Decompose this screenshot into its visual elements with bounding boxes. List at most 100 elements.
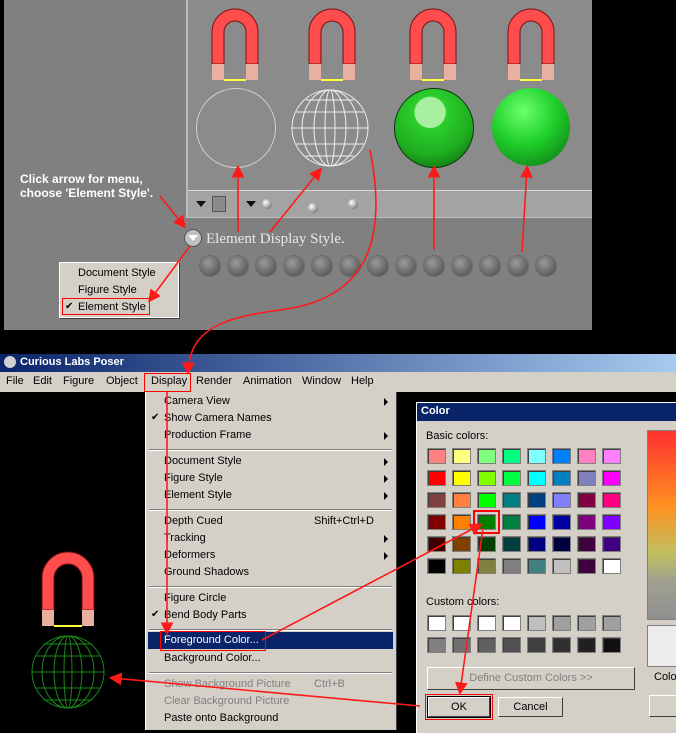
color-swatch[interactable] bbox=[527, 536, 546, 552]
popup-item-figure-style[interactable]: Figure Style bbox=[78, 284, 137, 296]
color-swatch[interactable] bbox=[577, 492, 596, 508]
color-swatch[interactable] bbox=[477, 536, 496, 552]
menu-item-tracking[interactable]: Tracking bbox=[164, 532, 206, 544]
color-swatch[interactable] bbox=[577, 536, 596, 552]
color-swatch[interactable] bbox=[477, 470, 496, 486]
color-swatch[interactable] bbox=[527, 615, 546, 631]
style-flat-lined-button[interactable] bbox=[424, 256, 444, 276]
color-swatch[interactable] bbox=[577, 558, 596, 574]
color-swatch[interactable] bbox=[552, 492, 571, 508]
color-swatch[interactable] bbox=[477, 448, 496, 464]
color-swatch[interactable] bbox=[527, 492, 546, 508]
style-default-button[interactable] bbox=[536, 256, 556, 276]
color-swatch[interactable] bbox=[527, 448, 546, 464]
menu-window[interactable]: Window bbox=[302, 375, 341, 387]
menu-item-ground-shadows[interactable]: Ground Shadows bbox=[164, 566, 249, 578]
menu-item-deformers[interactable]: Deformers bbox=[164, 549, 215, 561]
color-swatch[interactable] bbox=[452, 448, 471, 464]
style-silhouette-button[interactable] bbox=[200, 256, 220, 276]
color-swatch[interactable] bbox=[552, 448, 571, 464]
color-swatch[interactable] bbox=[502, 558, 521, 574]
color-swatch[interactable] bbox=[452, 492, 471, 508]
menu-figure[interactable]: Figure bbox=[63, 375, 94, 387]
color-swatch[interactable] bbox=[602, 558, 621, 574]
style-menu-button[interactable] bbox=[184, 229, 202, 247]
menu-edit[interactable]: Edit bbox=[33, 375, 52, 387]
color-swatch[interactable] bbox=[577, 470, 596, 486]
menu-item-paste-onto-background[interactable]: Paste onto Background bbox=[164, 712, 278, 724]
ok-button[interactable]: OK bbox=[427, 696, 491, 718]
menu-object[interactable]: Object bbox=[106, 375, 138, 387]
style-flat-shaded-button[interactable] bbox=[396, 256, 416, 276]
style-outline-button[interactable] bbox=[228, 256, 248, 276]
menu-item-production-frame[interactable]: Production Frame bbox=[164, 429, 251, 441]
color-swatch[interactable] bbox=[502, 514, 521, 530]
menu-item-figure-style[interactable]: Figure Style bbox=[164, 472, 223, 484]
color-swatch[interactable] bbox=[502, 492, 521, 508]
color-swatch[interactable] bbox=[427, 514, 446, 530]
color-swatch[interactable] bbox=[552, 470, 571, 486]
menu-item-camera-view[interactable]: Camera View bbox=[164, 395, 230, 407]
color-swatch[interactable] bbox=[527, 558, 546, 574]
menu-item-show-camera-names[interactable]: Show Camera Names bbox=[164, 412, 272, 424]
menu-item-figure-circle[interactable]: Figure Circle bbox=[164, 592, 226, 604]
menu-animation[interactable]: Animation bbox=[243, 375, 292, 387]
color-swatch[interactable] bbox=[502, 615, 521, 631]
color-swatch[interactable] bbox=[552, 536, 571, 552]
color-swatch[interactable] bbox=[427, 492, 446, 508]
style-lit-wireframe-button[interactable] bbox=[312, 256, 332, 276]
color-swatch[interactable] bbox=[527, 470, 546, 486]
add-to-custom-button[interactable] bbox=[649, 695, 676, 717]
style-cartoon-button[interactable] bbox=[368, 256, 388, 276]
light-ball-icon[interactable] bbox=[348, 199, 358, 209]
color-swatch[interactable] bbox=[552, 514, 571, 530]
menu-arrow-icon[interactable] bbox=[196, 201, 206, 207]
color-swatch[interactable] bbox=[452, 536, 471, 552]
style-texture-button[interactable] bbox=[480, 256, 500, 276]
style-smooth-button[interactable] bbox=[452, 256, 472, 276]
color-swatch[interactable] bbox=[602, 514, 621, 530]
color-swatch[interactable] bbox=[427, 448, 446, 464]
color-swatch[interactable] bbox=[602, 615, 621, 631]
menu-item-background-color[interactable]: Background Color... bbox=[164, 652, 261, 664]
color-swatch[interactable] bbox=[427, 637, 446, 653]
menu-render[interactable]: Render bbox=[196, 375, 232, 387]
menu-item-show-background-picture[interactable]: Show Background Picture bbox=[164, 678, 291, 690]
color-swatch[interactable] bbox=[452, 514, 471, 530]
color-swatch[interactable] bbox=[527, 637, 546, 653]
color-swatch[interactable] bbox=[477, 558, 496, 574]
color-swatch[interactable] bbox=[473, 510, 500, 534]
color-swatch[interactable] bbox=[577, 637, 596, 653]
color-swatch[interactable] bbox=[477, 615, 496, 631]
menu-help[interactable]: Help bbox=[351, 375, 374, 387]
light-ball-icon[interactable] bbox=[262, 199, 272, 209]
color-swatch[interactable] bbox=[502, 448, 521, 464]
style-flat-button[interactable] bbox=[340, 256, 360, 276]
color-swatch[interactable] bbox=[552, 637, 571, 653]
style-wireframe-button[interactable] bbox=[256, 256, 276, 276]
popup-item-document-style[interactable]: Document Style bbox=[78, 267, 156, 279]
menu-file[interactable]: File bbox=[6, 375, 24, 387]
color-swatch[interactable] bbox=[577, 615, 596, 631]
color-swatch[interactable] bbox=[577, 514, 596, 530]
color-swatch[interactable] bbox=[427, 615, 446, 631]
color-swatch[interactable] bbox=[602, 637, 621, 653]
color-swatch[interactable] bbox=[552, 558, 571, 574]
style-smooth-lined-button[interactable] bbox=[508, 256, 528, 276]
color-swatch[interactable] bbox=[602, 536, 621, 552]
color-swatch[interactable] bbox=[452, 558, 471, 574]
color-swatch[interactable] bbox=[527, 514, 546, 530]
color-swatch[interactable] bbox=[452, 470, 471, 486]
color-swatch[interactable] bbox=[502, 637, 521, 653]
menu-item-document-style[interactable]: Document Style bbox=[164, 455, 242, 467]
style-hidden-line-button[interactable] bbox=[284, 256, 304, 276]
color-swatch[interactable] bbox=[477, 637, 496, 653]
menu-item-element-style[interactable]: Element Style bbox=[164, 489, 232, 501]
define-custom-colors-button[interactable]: Define Custom Colors >> bbox=[427, 667, 635, 690]
color-swatch[interactable] bbox=[427, 470, 446, 486]
menu-item-depth-cued[interactable]: Depth Cued bbox=[164, 515, 223, 527]
color-swatch[interactable] bbox=[602, 492, 621, 508]
color-swatch[interactable] bbox=[502, 536, 521, 552]
color-swatch[interactable] bbox=[577, 448, 596, 464]
camera-box-icon[interactable] bbox=[212, 196, 226, 212]
